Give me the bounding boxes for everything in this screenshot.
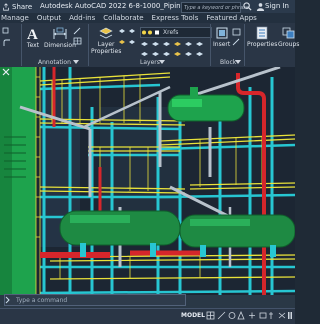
edit-block-icon[interactable] — [232, 38, 241, 46]
piping-model-drawing — [0, 67, 295, 308]
svg-text:A: A — [27, 27, 38, 41]
ribbon-separator — [88, 24, 89, 66]
chevron-down-icon[interactable] — [73, 60, 79, 65]
layer-tool-icon[interactable] — [118, 27, 127, 35]
annotation-panel-label[interactable]: Annotation — [38, 59, 71, 66]
dimension-button[interactable]: Dimension — [44, 26, 76, 49]
group-icon — [282, 27, 295, 39]
layer-walk-icon[interactable] — [140, 49, 149, 57]
share-label: Share — [12, 2, 33, 11]
ribbon-separator — [21, 24, 22, 66]
layer-tool-icon[interactable] — [128, 38, 137, 46]
layer-dropdown[interactable]: Xrefs — [140, 27, 212, 38]
text-label: Text — [26, 42, 40, 49]
insert-label: Insert — [213, 41, 231, 48]
properties-button[interactable]: Properties — [247, 26, 277, 48]
share-button[interactable]: Share — [0, 3, 42, 11]
model-space-button[interactable]: MODEL — [178, 310, 208, 321]
command-line-placeholder: Type a command — [16, 296, 68, 304]
user-icon[interactable] — [256, 2, 265, 11]
drawing-viewport[interactable] — [0, 67, 295, 308]
tab-add-ins[interactable]: Add-ins — [65, 14, 99, 22]
dimension-icon — [53, 27, 67, 39]
layer-state-icons — [142, 30, 159, 35]
layer-merge-icon[interactable] — [151, 49, 160, 57]
create-block-icon[interactable] — [232, 28, 241, 36]
layer-tool-row — [140, 39, 204, 47]
properties-icon — [256, 26, 268, 40]
layer-properties-label: Layer Properties — [91, 41, 122, 55]
ribbon-separator — [210, 24, 211, 66]
command-prompt-icon — [5, 296, 10, 304]
layer-freeze-icon[interactable] — [162, 39, 171, 47]
ribbon-separator — [244, 24, 245, 66]
layer-tool-icon[interactable] — [118, 38, 127, 46]
layer-copy-icon[interactable] — [173, 49, 182, 57]
tab-featured-apps[interactable]: Featured Apps — [202, 14, 260, 22]
viewport-controls-icon[interactable] — [2, 68, 10, 76]
share-icon — [3, 2, 9, 11]
insert-button[interactable]: Insert — [213, 26, 230, 48]
layer-change-icon[interactable] — [184, 49, 193, 57]
layer-off-icon[interactable] — [173, 39, 182, 47]
layers-icon — [99, 27, 113, 39]
layer-previous-icon[interactable] — [195, 49, 204, 57]
ribbon-tab-bar: Manage Output Add-ins Collaborate Expres… — [0, 13, 295, 23]
annotation-small-tools — [73, 27, 82, 45]
groups-button[interactable]: Groups — [278, 26, 299, 48]
layers-panel-label[interactable]: Layers — [140, 59, 160, 66]
leader-icon[interactable] — [73, 27, 82, 35]
search-icon[interactable] — [243, 2, 252, 11]
layer-tool-icon[interactable] — [128, 27, 137, 35]
sign-in-button[interactable]: Sign In — [265, 0, 289, 13]
groups-label: Groups — [278, 41, 300, 48]
chevron-down-icon[interactable] — [235, 60, 241, 65]
fillet-icon[interactable] — [2, 38, 12, 48]
status-toggle-icons — [206, 311, 292, 320]
layer-match-icon[interactable] — [140, 39, 149, 47]
tab-output[interactable]: Output — [33, 14, 65, 22]
layer-delete-icon[interactable] — [162, 49, 171, 57]
tab-manage[interactable]: Manage — [0, 14, 33, 22]
layer-current-value: Xrefs — [163, 29, 179, 36]
layer-properties-button[interactable]: Layer Properties — [91, 26, 121, 55]
dimension-label: Dimension — [44, 42, 76, 49]
layer-small-tools — [118, 27, 136, 46]
text-button[interactable]: A Text — [26, 26, 40, 49]
tab-collaborate[interactable]: Collaborate — [99, 14, 147, 22]
copy-icon[interactable] — [2, 27, 11, 35]
block-small-tools — [232, 28, 241, 46]
layer-lock-icon[interactable] — [184, 39, 193, 47]
properties-label: Properties — [247, 41, 278, 48]
command-line-input[interactable]: Type a command — [4, 294, 186, 306]
tab-express-tools[interactable]: Express Tools — [148, 14, 203, 22]
insert-block-icon — [216, 27, 228, 39]
layer-tool-row-2 — [140, 49, 204, 57]
app-title: Autodesk AutoCAD 2022 6-8-1000_Piping.dw… — [40, 2, 202, 10]
search-placeholder: Type a keyword or phrase — [184, 4, 249, 11]
layer-unlock-icon[interactable] — [195, 39, 204, 47]
layer-isolate-icon[interactable] — [151, 39, 160, 47]
table-icon[interactable] — [73, 37, 82, 45]
text-icon: A — [27, 27, 38, 41]
chevron-down-icon[interactable] — [159, 60, 165, 65]
block-panel-label[interactable]: Block — [220, 59, 236, 66]
search-input[interactable]: Type a keyword or phrase — [181, 2, 249, 13]
